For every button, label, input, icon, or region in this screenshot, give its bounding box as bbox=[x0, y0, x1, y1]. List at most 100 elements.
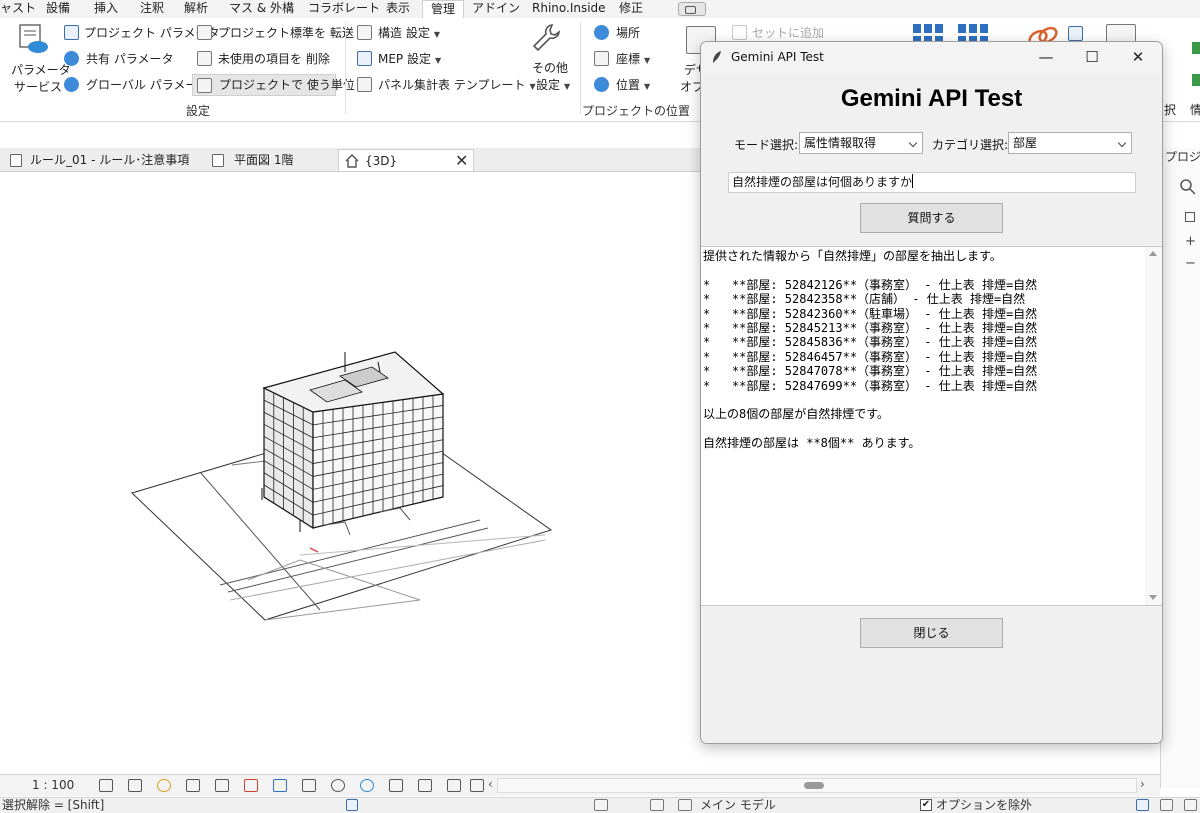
dialog-heading: Gemini API Test bbox=[840, 85, 1023, 112]
detail-level-icon[interactable] bbox=[99, 779, 113, 792]
response-text: 提供された情報から「自然排煙」の部屋を抽出します。 * **部屋: 5284212… bbox=[703, 249, 1143, 450]
ribbon-tab-addins[interactable]: アドイン bbox=[472, 0, 520, 18]
analytical-model-icon[interactable] bbox=[389, 779, 403, 792]
ribbon-tab-view[interactable]: 表示 bbox=[386, 0, 410, 18]
ribbon-tab-manage[interactable]: 管理 bbox=[422, 0, 464, 18]
maximize-icon[interactable]: ☐ bbox=[1069, 42, 1115, 73]
settings-panel-title: 設定 bbox=[186, 104, 211, 118]
zoom-out-icon[interactable]: − bbox=[1185, 256, 1196, 271]
visual-style-cube-icon[interactable] bbox=[128, 779, 142, 792]
ribbon-tab-insert[interactable]: 挿入 bbox=[94, 0, 118, 18]
zoom-region-icon[interactable] bbox=[1185, 212, 1195, 222]
crop-view-icon[interactable] bbox=[215, 779, 229, 792]
location-label: 場所 bbox=[616, 26, 641, 40]
view-tab-3d[interactable]: {3D} ✕ bbox=[338, 149, 474, 171]
editable-only-icon[interactable] bbox=[594, 799, 608, 811]
worksets-icon[interactable] bbox=[346, 799, 358, 811]
response-line bbox=[703, 393, 1143, 407]
parameter-service-label-1: パラメータ bbox=[11, 63, 71, 77]
close-button[interactable]: 閉じる bbox=[860, 618, 1003, 648]
dialog-window-title: Gemini API Test bbox=[731, 50, 824, 64]
home-3d-view-icon bbox=[345, 154, 359, 168]
select-pinned-icon[interactable] bbox=[1184, 799, 1197, 811]
question-input[interactable]: 自然排煙の部屋は何個ありますか bbox=[728, 172, 1136, 193]
response-textarea[interactable]: 提供された情報から「自然排煙」の部屋を抽出します。 * **部屋: 5284212… bbox=[701, 246, 1162, 606]
shared-parameters-icon bbox=[64, 51, 79, 66]
ribbon-tab-mep[interactable]: 設備 bbox=[46, 0, 70, 18]
ribbon-tab-modify[interactable]: 修正 bbox=[619, 0, 643, 18]
reveal-constraints-icon[interactable] bbox=[447, 779, 461, 792]
green-bar-icon[interactable] bbox=[1192, 74, 1200, 86]
structural-settings-label: 構造 設定 ▼ bbox=[378, 26, 440, 40]
transfer-standards-label: プロジェクト標準を 転送 bbox=[218, 26, 354, 40]
dialog-title-bar[interactable]: Gemini API Test — ☐ ✕ bbox=[701, 42, 1162, 73]
response-line: * **部屋: 52842358**（店舗） - 仕上表 排煙=自然 bbox=[703, 292, 1026, 307]
chevron-down-icon: ▼ bbox=[644, 56, 651, 65]
sheet-view-icon bbox=[10, 154, 22, 167]
response-line: * **部屋: 52846457**（事務室） - 仕上表 排煙=自然 bbox=[703, 349, 1038, 364]
response-line: * **部屋: 52847699**（事務室） - 仕上表 排煙=自然 bbox=[703, 378, 1038, 393]
lock-3d-view-icon[interactable] bbox=[273, 779, 287, 792]
reveal-hidden-icon[interactable] bbox=[331, 779, 345, 792]
shadows-icon[interactable] bbox=[186, 779, 200, 792]
ribbon-display-toggle-icon[interactable] bbox=[678, 2, 706, 16]
view-tab-rules[interactable]: ルール_01 - ルール･注意事項 bbox=[4, 149, 204, 171]
ribbon-tab-annotate[interactable]: 注釈 bbox=[140, 0, 164, 18]
temporary-properties-icon[interactable] bbox=[360, 779, 374, 792]
scroll-down-arrow-icon[interactable] bbox=[1149, 595, 1157, 600]
ribbon-tab-cast[interactable]: ャスト bbox=[0, 0, 36, 18]
scroll-right-arrow-icon[interactable]: › bbox=[1140, 777, 1145, 791]
response-line: 自然排煙の部屋は **8個** あります。 bbox=[703, 436, 921, 451]
view-scale[interactable]: 1 : 100 bbox=[32, 778, 74, 793]
ribbon-tab-massing-site[interactable]: マス & 外構 bbox=[229, 0, 294, 18]
ribbon-tab-collaborate[interactable]: コラボレート bbox=[308, 0, 380, 18]
show-crop-region-icon[interactable] bbox=[244, 779, 258, 792]
file-icon[interactable] bbox=[1068, 26, 1083, 41]
exclude-options-checkbox[interactable]: ✔ bbox=[920, 799, 932, 811]
project-units-button[interactable]: プロジェクトで 使う単位 bbox=[192, 74, 355, 96]
transfer-standards-icon bbox=[197, 25, 212, 40]
sun-path-icon[interactable] bbox=[157, 779, 171, 792]
main-model-icon[interactable] bbox=[678, 799, 692, 811]
text-cursor bbox=[912, 174, 914, 188]
close-icon[interactable]: ✕ bbox=[455, 151, 468, 171]
scroll-up-arrow-icon[interactable] bbox=[1149, 251, 1157, 256]
properties-panel-strip: プロジェ + − bbox=[1160, 148, 1200, 788]
parameter-service-label-2: サービス bbox=[14, 80, 63, 94]
scroll-left-arrow-icon[interactable]: ‹ bbox=[488, 777, 493, 791]
mode-select-dropdown[interactable]: 属性情報取得 bbox=[799, 132, 923, 154]
category-select-dropdown[interactable]: 部屋 bbox=[1008, 132, 1132, 154]
green-bar-icon[interactable] bbox=[1192, 42, 1200, 54]
other-settings-label-2: 設定 ▼ bbox=[536, 78, 571, 92]
wrench-icon bbox=[532, 24, 560, 52]
select-underlay-icon[interactable] bbox=[1160, 799, 1173, 811]
ribbon-tab-bar: ャスト 設備 挿入 注釈 解析 マス & 外構 コラボレート 表示 管理 アドイ… bbox=[0, 0, 1200, 18]
horizontal-scroll-thumb[interactable] bbox=[804, 782, 824, 789]
horizontal-scrollbar[interactable] bbox=[497, 778, 1137, 793]
global-parameters-label: グローバル パラメータ bbox=[86, 78, 210, 92]
zoom-in-icon[interactable]: + bbox=[1185, 234, 1196, 249]
add-to-set-label: セットに追加 bbox=[752, 26, 825, 40]
ask-button[interactable]: 質問する bbox=[860, 203, 1003, 233]
chevron-down-icon: ▼ bbox=[564, 82, 571, 91]
chevron-down-icon bbox=[908, 138, 918, 148]
response-line: 以上の8個の部屋が自然排煙です。 bbox=[703, 407, 890, 422]
close-icon[interactable]: ✕ bbox=[1115, 42, 1161, 73]
search-icon[interactable] bbox=[1179, 178, 1197, 196]
ribbon-tab-analyze[interactable]: 解析 bbox=[184, 0, 208, 18]
worksharing-display-icon[interactable] bbox=[470, 779, 484, 792]
position-label: 位置 ▼ bbox=[616, 78, 651, 92]
minimize-icon[interactable]: — bbox=[1023, 42, 1069, 73]
highlight-displacement-icon[interactable] bbox=[418, 779, 432, 792]
info-panel-label-partial: 情 bbox=[1190, 103, 1200, 117]
response-line: * **部屋: 52847078**（事務室） - 仕上表 排煙=自然 bbox=[703, 364, 1038, 379]
design-option-icon[interactable] bbox=[650, 799, 664, 811]
purge-unused-icon bbox=[197, 51, 212, 66]
chevron-down-icon: ▼ bbox=[435, 56, 442, 65]
view-tab-floor-plan[interactable]: 平面図 1階 bbox=[206, 149, 336, 171]
vertical-scrollbar[interactable] bbox=[1145, 247, 1162, 605]
ribbon-tab-rhino-inside[interactable]: Rhino.Inside bbox=[532, 0, 606, 18]
select-links-icon[interactable] bbox=[1136, 799, 1149, 811]
temporary-hide-icon[interactable] bbox=[302, 779, 316, 792]
response-line: * **部屋: 52842360**（駐車場） - 仕上表 排煙=自然 bbox=[703, 306, 1038, 321]
